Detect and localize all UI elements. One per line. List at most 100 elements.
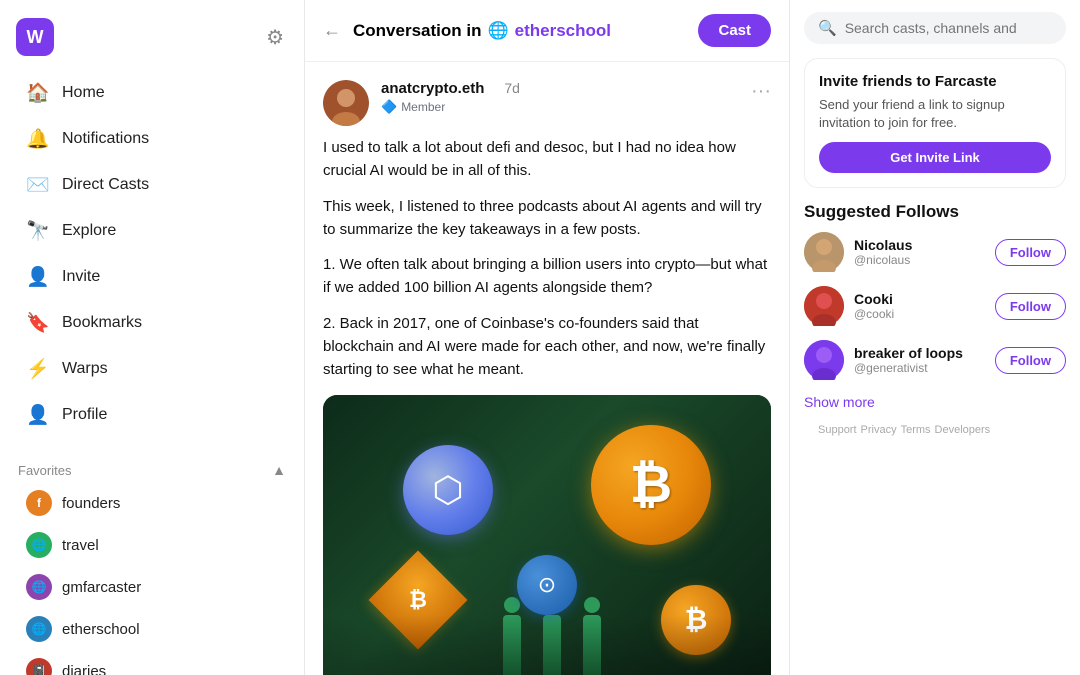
follow-handle: @nicolaus [854, 253, 985, 267]
sidebar-item-profile[interactable]: 👤 Profile [8, 392, 296, 438]
follow-name: breaker of loops [854, 345, 985, 361]
fav-label: diaries [62, 663, 106, 675]
home-icon: 🏠 [26, 81, 50, 105]
follow-info: Cooki @cooki [854, 291, 985, 321]
sidebar-item-explore[interactable]: 🔭 Explore [8, 208, 296, 254]
invite-title: Invite friends to Farcaste [819, 73, 1051, 90]
btc-coin-large: ₿ [591, 425, 711, 545]
post-author: anatcrypto.eth [381, 80, 484, 97]
post-paragraph-1: I used to talk a lot about defi and deso… [323, 136, 771, 183]
fav-label: etherschool [62, 621, 140, 638]
follow-button-cooki[interactable]: Follow [995, 293, 1066, 320]
right-panel: 🔍 Invite friends to Farcaste Send your f… [790, 0, 1080, 675]
sidebar-item-label: Warps [62, 360, 108, 378]
settings-button[interactable]: ⚙ [262, 21, 288, 54]
cast-button[interactable]: Cast [698, 14, 771, 47]
sidebar-item-warps[interactable]: ⚡ Warps [8, 346, 296, 392]
footer-link-terms[interactable]: Terms [901, 424, 931, 436]
coinbase-coin: ⊙ [517, 555, 577, 615]
back-button[interactable]: ← [323, 20, 341, 41]
sidebar-item-gmfarcaster[interactable]: 🌐 gmfarcaster [8, 566, 296, 608]
post-paragraph-3: 1. We often talk about bringing a billio… [323, 253, 771, 300]
post-paragraph-4: 2. Back in 2017, one of Coinbase's co-fo… [323, 312, 771, 382]
btc-diamond-text: ₿ [409, 587, 427, 613]
member-icon: 🔷 [381, 99, 397, 115]
favorites-label: Favorites [18, 463, 71, 478]
channel-name: etherschool [515, 21, 611, 41]
search-icon: 🔍 [818, 19, 837, 37]
get-invite-link-button[interactable]: Get Invite Link [819, 142, 1051, 173]
follow-name: Nicolaus [854, 237, 985, 253]
post-header: anatcrypto.eth 🔷 Member 7d ··· [323, 80, 771, 126]
invite-card: Invite friends to Farcaste Send your fri… [804, 58, 1066, 188]
notifications-icon: 🔔 [26, 127, 50, 151]
suggested-title: Suggested Follows [804, 202, 1066, 222]
app-logo: W [16, 18, 54, 56]
post-image: ₿ ⬡ ⊙ ₿ ₿ [323, 395, 771, 675]
eth-coin: ⬡ [403, 445, 493, 535]
nicolaus-avatar [804, 232, 844, 272]
direct-casts-icon: ✉️ [26, 173, 50, 197]
search-input[interactable] [845, 20, 1052, 36]
sidebar: W ⚙ 🏠 Home 🔔 Notifications ✉️ Direct Cas… [0, 0, 305, 675]
follow-item-breaker: breaker of loops @generativist Follow [804, 340, 1066, 380]
sidebar-item-label: Bookmarks [62, 314, 142, 332]
conversation-header: ← Conversation in 🌐 etherschool Cast [305, 0, 789, 62]
sidebar-item-direct-casts[interactable]: ✉️ Direct Casts [8, 162, 296, 208]
invite-desc: Send your friend a link to signup invita… [819, 96, 1051, 132]
footer-link-privacy[interactable]: Privacy [861, 424, 897, 436]
follow-button-breaker[interactable]: Follow [995, 347, 1066, 374]
member-label: Member [401, 100, 445, 114]
sidebar-item-travel[interactable]: 🌐 travel [8, 524, 296, 566]
follow-info: Nicolaus @nicolaus [854, 237, 985, 267]
follow-item-cooki: Cooki @cooki Follow [804, 286, 1066, 326]
sidebar-item-diaries[interactable]: 📓 diaries [8, 650, 296, 675]
follow-name: Cooki [854, 291, 985, 307]
follow-button-nicolaus[interactable]: Follow [995, 239, 1066, 266]
follow-handle: @generativist [854, 361, 985, 375]
travel-avatar: 🌐 [26, 532, 52, 558]
explore-icon: 🔭 [26, 219, 50, 243]
show-more-button[interactable]: Show more [804, 394, 1066, 410]
post-menu-button[interactable]: ··· [751, 80, 771, 103]
conversation-title-text: Conversation in [353, 21, 481, 41]
post-paragraph-2: This week, I listened to three podcasts … [323, 195, 771, 242]
member-badge: 🔷 Member [381, 99, 484, 115]
follow-handle: @cooki [854, 307, 985, 321]
fav-label: gmfarcaster [62, 579, 141, 596]
follow-item-nicolaus: Nicolaus @nicolaus Follow [804, 232, 1066, 272]
diaries-avatar: 📓 [26, 658, 52, 675]
sidebar-item-founders[interactable]: f founders [8, 482, 296, 524]
sidebar-item-label: Home [62, 84, 105, 102]
post-time: 7d [504, 80, 520, 96]
sidebar-item-etherschool[interactable]: 🌐 etherschool [8, 608, 296, 650]
sidebar-item-home[interactable]: 🏠 Home [8, 70, 296, 116]
sidebar-item-label: Direct Casts [62, 176, 149, 194]
footer-link-developers[interactable]: Developers [935, 424, 991, 436]
invite-icon: 👤 [26, 265, 50, 289]
sidebar-item-bookmarks[interactable]: 🔖 Bookmarks [8, 300, 296, 346]
breaker-avatar [804, 340, 844, 380]
favorites-header: Favorites ▲ [0, 454, 304, 482]
globe-emoji: 🌐 [487, 21, 508, 41]
sidebar-item-notifications[interactable]: 🔔 Notifications [8, 116, 296, 162]
sidebar-item-label: Invite [62, 268, 100, 286]
etherschool-avatar: 🌐 [26, 616, 52, 642]
avatar [323, 80, 369, 126]
crypto-scene: ₿ ⬡ ⊙ ₿ ₿ [323, 395, 771, 675]
sidebar-item-label: Notifications [62, 130, 149, 148]
founders-avatar: f [26, 490, 52, 516]
fav-label: travel [62, 537, 99, 554]
footer-link-support[interactable]: Support [818, 424, 857, 436]
conversation-title: Conversation in 🌐 etherschool [353, 21, 611, 41]
sidebar-item-invite[interactable]: 👤 Invite [8, 254, 296, 300]
profile-icon: 👤 [26, 403, 50, 427]
warps-icon: ⚡ [26, 357, 50, 381]
collapse-icon[interactable]: ▲ [272, 462, 286, 478]
sidebar-item-label: Explore [62, 222, 116, 240]
sidebar-item-label: Profile [62, 406, 107, 424]
suggested-follows-section: Suggested Follows Nicolaus @nicolaus Fol… [790, 202, 1080, 436]
follow-info: breaker of loops @generativist [854, 345, 985, 375]
post-body: I used to talk a lot about defi and deso… [323, 136, 771, 381]
gmfarcaster-avatar: 🌐 [26, 574, 52, 600]
